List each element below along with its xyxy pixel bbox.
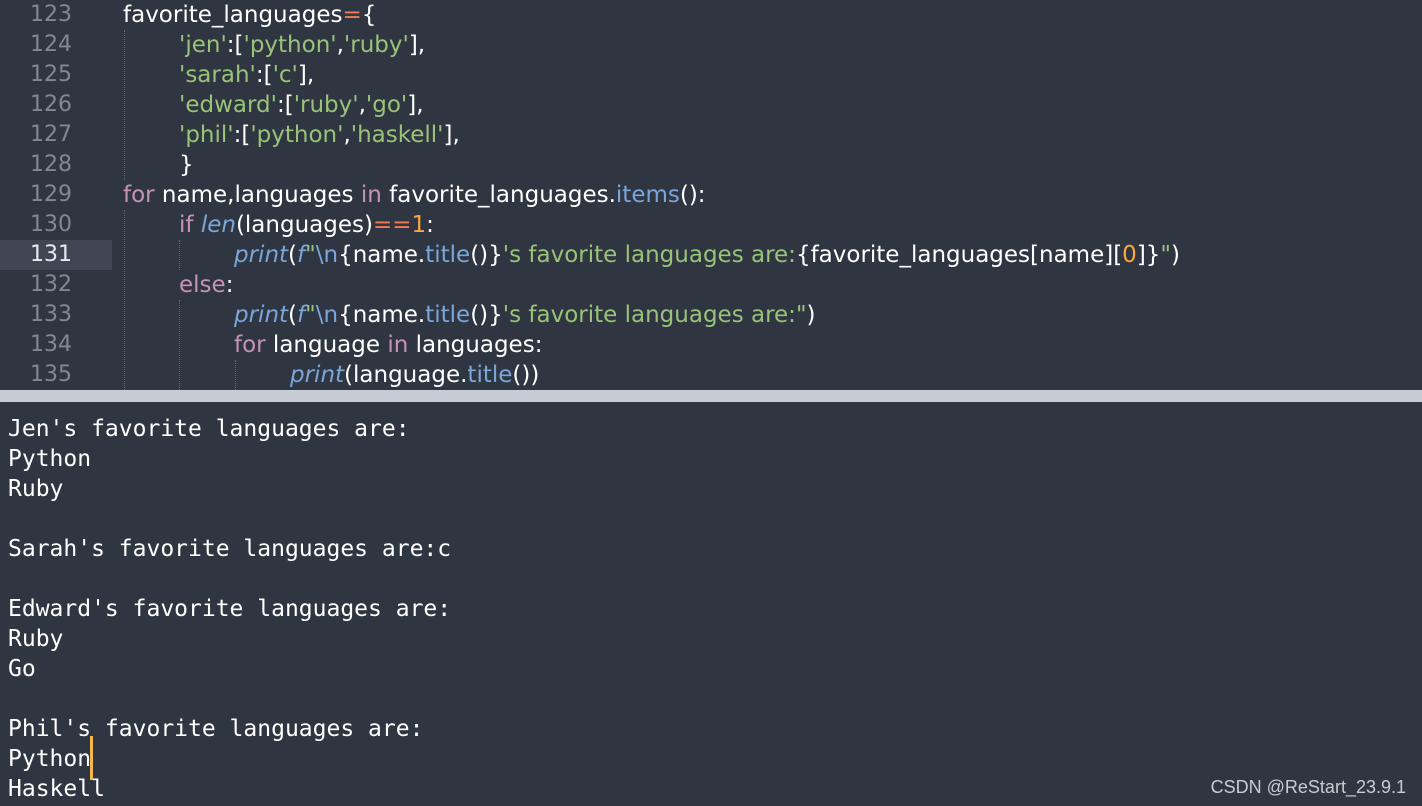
line-number: 131 (30, 242, 72, 267)
line-number: 135 (30, 362, 72, 387)
code-line[interactable]: 135 print(language.title()) (0, 360, 1422, 390)
code-text: print(f"\n{name.title()}'s favorite lang… (234, 242, 1180, 268)
code-text: 'jen':['python','ruby'], (179, 32, 426, 58)
line-number: 125 (30, 62, 72, 87)
console-line: Go (8, 656, 36, 682)
code-line[interactable]: 126 'edward':['ruby','go'], (0, 90, 1422, 120)
console-line: Edward's favorite languages are: (8, 596, 452, 622)
panel-splitter[interactable] (0, 390, 1422, 402)
code-text: 'edward':['ruby','go'], (179, 92, 424, 118)
line-number: 129 (30, 182, 72, 207)
line-number: 123 (30, 2, 72, 27)
code-line[interactable]: 132 else: (0, 270, 1422, 300)
text-cursor (90, 736, 93, 780)
console-line: Sarah's favorite languages are:c (8, 536, 452, 562)
code-text: favorite_languages={ (123, 2, 377, 28)
code-line[interactable]: 123 favorite_languages={ (0, 0, 1422, 30)
code-line[interactable]: 128 } (0, 150, 1422, 180)
code-text: print(f"\n{name.title()}'s favorite lang… (234, 302, 816, 328)
code-line[interactable]: 129 for name,languages in favorite_langu… (0, 180, 1422, 210)
console-line: Python (8, 446, 92, 472)
code-editor[interactable]: 123 favorite_languages={ 124 'jen':['pyt… (0, 0, 1422, 390)
console-line: Ruby (8, 476, 64, 502)
line-number: 124 (30, 32, 72, 57)
line-number: 132 (30, 272, 72, 297)
console-line: Ruby (8, 626, 64, 652)
line-number: 126 (30, 92, 72, 117)
line-number: 133 (30, 302, 72, 327)
code-text: if len(languages)==1: (179, 212, 434, 238)
console-line: Python (8, 746, 92, 772)
line-number: 128 (30, 152, 72, 177)
code-text: 'phil':['python','haskell'], (179, 122, 460, 148)
line-number: 134 (30, 332, 72, 357)
code-text: for language in languages: (234, 332, 543, 358)
code-line[interactable]: 127 'phil':['python','haskell'], (0, 120, 1422, 150)
code-text: 'sarah':['c'], (179, 62, 315, 88)
code-line[interactable]: 133 print(f"\n{name.title()}'s favorite … (0, 300, 1422, 330)
console-line: Phil's favorite languages are: (8, 716, 424, 742)
watermark: CSDN @ReStart_23.9.1 (1210, 777, 1406, 797)
code-text: else: (179, 272, 234, 298)
code-line[interactable]: 125 'sarah':['c'], (0, 60, 1422, 90)
code-text: print(language.title()) (290, 362, 540, 388)
code-line[interactable]: 130 if len(languages)==1: (0, 210, 1422, 240)
line-number: 127 (30, 122, 72, 147)
line-number: 130 (30, 212, 72, 237)
code-line-active[interactable]: 131 print(f"\n{name.title()}'s favorite … (0, 240, 1422, 270)
code-text: } (179, 152, 194, 178)
code-line[interactable]: 134 for language in languages: (0, 330, 1422, 360)
output-console[interactable]: Jen's favorite languages are: Python Rub… (0, 402, 1422, 806)
code-line[interactable]: 124 'jen':['python','ruby'], (0, 30, 1422, 60)
console-line: Jen's favorite languages are: (8, 416, 410, 442)
code-text: for name,languages in favorite_languages… (123, 182, 706, 208)
